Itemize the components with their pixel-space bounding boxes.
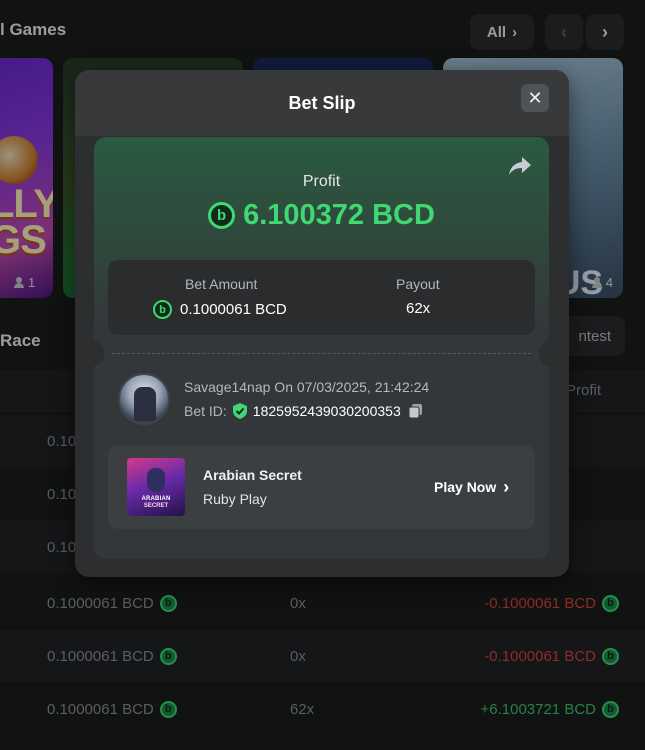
bet-stats-panel: Bet Amount b 0.1000061 BCD Payout 62x: [108, 260, 535, 335]
game-info-row[interactable]: ARABIAN SECRET Arabian Secret Ruby Play …: [108, 445, 535, 529]
profit-amount: b 6.100372 BCD: [94, 199, 549, 232]
shield-check-icon: [232, 403, 247, 419]
modal-header: Bet Slip: [75, 70, 569, 136]
close-button[interactable]: ✕: [521, 84, 549, 112]
bet-amount-label: Bet Amount: [185, 276, 258, 292]
divider: [112, 353, 531, 354]
game-thumbnail[interactable]: ARABIAN SECRET: [127, 458, 185, 516]
bet-amount-text: 0.1000061 BCD: [180, 301, 287, 318]
ticket-notch: [539, 340, 559, 366]
game-thumbnail-subtitle: SECRET: [143, 503, 169, 509]
chevron-right-icon: ›: [503, 477, 510, 497]
payout-label: Payout: [396, 276, 440, 292]
user-and-time[interactable]: Savage14nap On 07/03/2025, 21:42:24: [184, 379, 429, 395]
game-provider: Ruby Play: [203, 491, 267, 507]
avatar[interactable]: [118, 373, 170, 425]
bet-id-label: Bet ID:: [184, 403, 227, 419]
bcd-coin-icon: b: [153, 300, 172, 319]
ticket-notch: [84, 340, 104, 366]
game-thumbnail-title: ARABIAN: [141, 496, 171, 502]
close-icon: ✕: [527, 87, 543, 108]
play-now-button[interactable]: Play Now ›: [434, 477, 510, 497]
game-name: Arabian Secret: [203, 467, 302, 483]
modal-title: Bet Slip: [288, 92, 356, 113]
profit-label: Profit: [302, 173, 341, 190]
bet-id-row: Bet ID: 1825952439030200353: [184, 403, 422, 419]
payout-value: 62x: [406, 300, 431, 317]
bet-id-value: 1825952439030200353: [252, 403, 401, 419]
profit-value: 6.100372 BCD: [243, 199, 435, 231]
bet-slip-modal: Bet Slip ✕ Profit b 6.100372 BCD Bet Amo…: [75, 70, 569, 577]
bcd-coin-icon: b: [208, 202, 236, 229]
play-now-label: Play Now: [434, 479, 497, 495]
copy-icon[interactable]: [408, 404, 422, 418]
bet-slip-card: Profit b 6.100372 BCD Bet Amount b 0.100…: [84, 137, 559, 559]
bet-amount-value: b 0.1000061 BCD: [153, 300, 287, 319]
